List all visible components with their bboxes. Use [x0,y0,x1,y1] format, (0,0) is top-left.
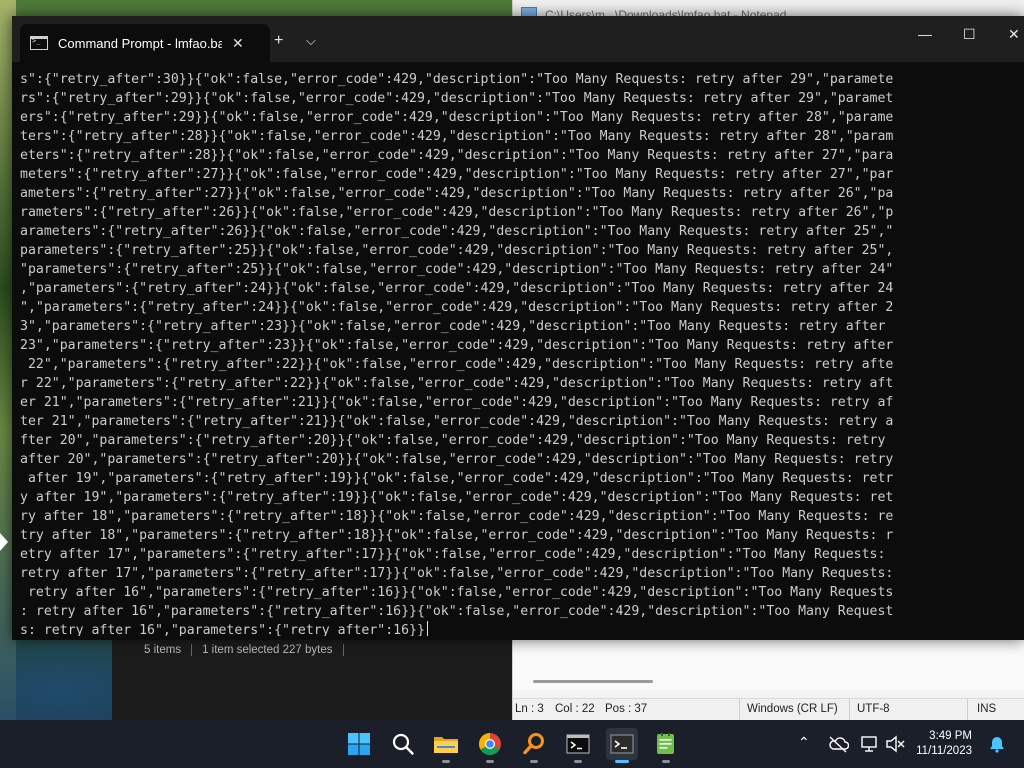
terminal-window: Command Prompt - lmfao.bat ✕ + ⌵ — ☐ ✕ s… [12,16,1024,640]
terminal-icon [610,734,634,754]
status-divider [342,644,344,656]
close-button[interactable]: ✕ [1008,26,1020,43]
running-indicator [442,760,450,763]
status-insert-mode: INS [977,703,997,715]
terminal-line: ters":{"retry_after":28}}{"ok":false,"er… [20,129,894,144]
terminal-line: try after 18","parameters":{"retry_after… [20,528,894,543]
network-icon[interactable] [860,735,880,753]
explorer-status-bar: 5 items 1 item selected 227 bytes [144,644,344,656]
terminal-line: meters":{"retry_after":27}}{"ok":false,"… [20,167,894,182]
terminal-line: ry after 18","parameters":{"retry_after"… [20,509,894,524]
terminal-line: retry after 16","parameters":{"retry_aft… [20,585,894,600]
explorer-window: 5 items 1 item selected 227 bytes [112,640,512,720]
status-line: Ln : 3 [515,703,544,715]
chevron-down-icon[interactable]: ⌵ [306,33,316,49]
active-indicator [615,760,629,763]
running-indicator [486,760,494,763]
terminal-tab[interactable]: Command Prompt - lmfao.bat ✕ [20,24,270,62]
status-line-ending[interactable]: Windows (CR LF) [747,703,838,715]
terminal-line: ,"parameters":{"retry_after":24}}{"ok":f… [20,281,894,296]
taskbar: ⌃ 3:49 PM 11/11/2023 [0,720,1024,768]
terminal-line: ers":{"retry_after":29}}{"ok":false,"err… [20,110,894,125]
notepad-button[interactable] [650,728,682,763]
notepad-text-area[interactable] [513,640,1024,690]
tray-overflow-chevron-icon[interactable]: ⌃ [798,734,810,751]
terminal-line: s: retry after 16","parameters":{"retry_… [20,621,1016,636]
clock-date: 11/11/2023 [916,745,972,757]
terminal-line: "parameters":{"retry_after":25}}{"ok":fa… [20,262,894,277]
command-prompt-button[interactable] [562,728,594,763]
running-indicator [662,760,670,763]
text-cursor [426,621,428,636]
terminal-titlebar[interactable]: Command Prompt - lmfao.bat ✕ + ⌵ — ☐ ✕ [12,16,1024,62]
status-divider [739,699,740,721]
terminal-line: ","parameters":{"retry_after":24}}{"ok":… [20,300,894,315]
terminal-line: parameters":{"retry_after":25}}{"ok":fal… [20,243,894,258]
terminal-line: arameters":{"retry_after":26}}{"ok":fals… [20,224,894,239]
terminal-line: 3","parameters":{"retry_after":23}}{"ok"… [20,319,894,334]
search-icon [392,733,414,755]
start-button[interactable] [343,728,375,760]
terminal-line: rs":{"retry_after":29}}{"ok":false,"erro… [20,91,894,106]
terminal-line: after 20","parameters":{"retry_after":20… [20,452,894,467]
taskbar-clock[interactable]: 3:49 PM 11/11/2023 [910,729,972,759]
terminal-button[interactable] [606,728,638,763]
clock-time: 3:49 PM [929,730,972,742]
terminal-output[interactable]: s":{"retry_after":30}}{"ok":false,"error… [20,70,1016,636]
folder-icon [434,737,458,753]
notification-bell-icon[interactable] [988,735,1006,753]
search-tool-button[interactable] [518,728,550,763]
explorer-selection-info: 1 item selected 227 bytes [202,644,333,656]
terminal-line: : retry after 16","parameters":{"retry_a… [20,604,894,619]
maximize-button[interactable]: ☐ [963,26,976,43]
terminal-line: 22","parameters":{"retry_after":22}}{"ok… [20,357,894,372]
terminal-line: rameters":{"retry_after":26}}{"ok":false… [20,205,894,220]
terminal-line: r 22","parameters":{"retry_after":22}}{"… [20,376,894,391]
terminal-line: s":{"retry_after":30}}{"ok":false,"error… [20,72,894,87]
terminal-line: etry after 17","parameters":{"retry_afte… [20,547,894,562]
cmd-icon [30,36,48,50]
new-tab-button[interactable]: + [274,32,283,50]
terminal-line: retry after 17","parameters":{"retry_aft… [20,566,894,581]
search-button[interactable] [387,728,419,760]
volume-muted-icon[interactable] [885,735,905,753]
notepad-horizontal-scrollbar[interactable] [533,680,653,683]
chrome-icon [479,733,501,755]
cmd-icon [566,734,590,754]
tab-title: Command Prompt - lmfao.bat [58,35,222,51]
status-column: Col : 22 [555,703,595,715]
running-indicator [530,760,538,763]
onedrive-offline-icon[interactable] [827,735,849,753]
status-divider [967,699,968,721]
notepad-status-bar: Ln : 3 Col : 22 Pos : 37 Windows (CR LF)… [513,698,1024,721]
status-position: Pos : 37 [605,703,648,715]
notepad-icon [657,733,674,754]
mouse-cursor-icon [0,533,8,551]
terminal-line: fter 20","parameters":{"retry_after":20}… [20,433,894,448]
status-divider [191,644,193,656]
terminal-line: y after 19","parameters":{"retry_after":… [20,490,894,505]
minimize-button[interactable]: — [918,26,932,42]
chrome-button[interactable] [474,728,506,763]
running-indicator [574,760,582,763]
terminal-line: ameters":{"retry_after":27}}{"ok":false,… [20,186,894,201]
tab-close-icon[interactable]: ✕ [232,35,244,52]
terminal-line: er 21","parameters":{"retry_after":21}}{… [20,395,894,410]
terminal-line: after 19","parameters":{"retry_after":19… [20,471,894,486]
terminal-line: eters":{"retry_after":28}}{"ok":false,"e… [20,148,894,163]
terminal-line: 23","parameters":{"retry_after":23}}{"ok… [20,338,894,353]
status-encoding[interactable]: UTF-8 [857,703,890,715]
windows-logo-icon [348,733,370,755]
explorer-item-count: 5 items [144,644,182,656]
magnifier-orange-icon [523,733,544,755]
file-explorer-button[interactable] [430,728,462,763]
status-divider [849,699,850,721]
terminal-line: ter 21","parameters":{"retry_after":21}}… [20,414,894,429]
